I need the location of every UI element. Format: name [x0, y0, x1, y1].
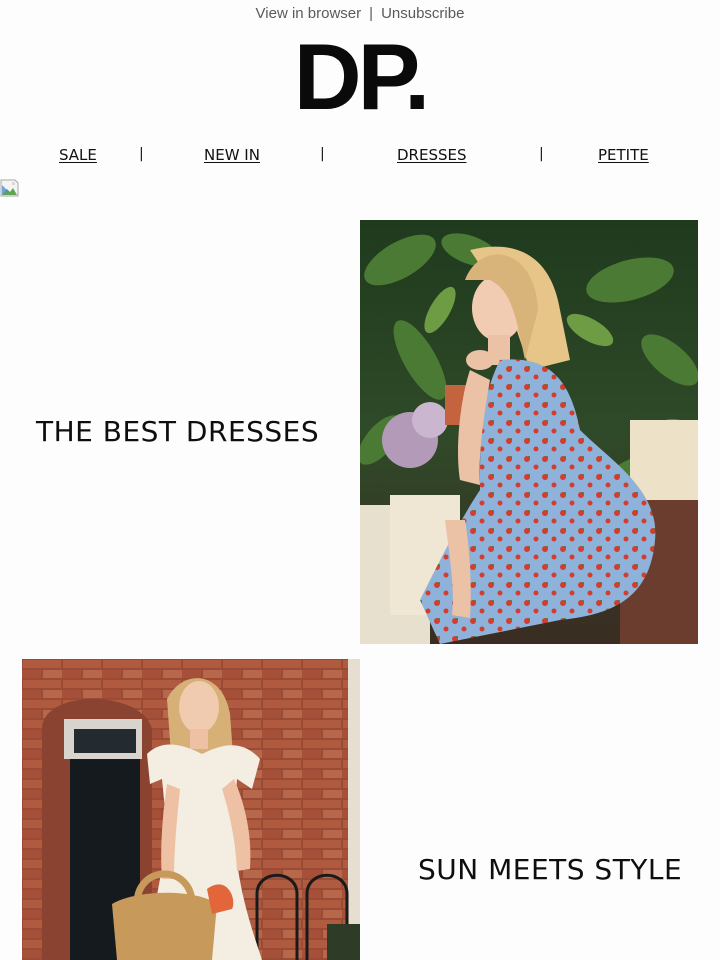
nav-separator: |: [539, 146, 544, 162]
nav-separator: |: [320, 146, 325, 162]
section-title-sun-meets-style: SUN MEETS STYLE: [418, 853, 683, 886]
brand-logo-text: DP.: [293, 24, 431, 129]
section-title-best-dresses: THE BEST DRESSES: [36, 415, 320, 448]
nav-item-sale[interactable]: SALE: [59, 146, 97, 164]
brand-logo[interactable]: DP.: [0, 30, 720, 124]
nav-item-new-in[interactable]: NEW IN: [204, 146, 260, 164]
nav-item-dresses[interactable]: DRESSES: [397, 146, 467, 164]
view-in-browser-link[interactable]: View in browser: [256, 5, 362, 22]
unsubscribe-link[interactable]: Unsubscribe: [381, 5, 464, 22]
sun-meets-style-photo[interactable]: [22, 659, 360, 960]
best-dresses-photo[interactable]: [360, 220, 698, 644]
broken-image-icon: [0, 179, 19, 197]
nav-separator: |: [139, 146, 144, 162]
category-nav: SALE | NEW IN | DRESSES | PETITE: [0, 146, 720, 166]
preheader: View in browser | Unsubscribe: [0, 5, 720, 22]
preheader-separator: |: [369, 5, 374, 22]
nav-item-petite[interactable]: PETITE: [598, 146, 649, 164]
